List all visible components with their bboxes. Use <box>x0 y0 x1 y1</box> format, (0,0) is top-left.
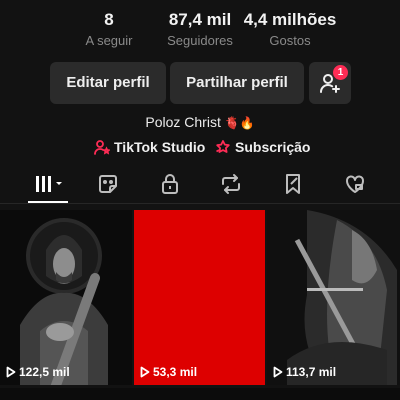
view-count-value: 113,7 mil <box>286 365 337 379</box>
likes-stat[interactable]: 4,4 milhões Gostos <box>235 8 345 50</box>
name-emojis: 🫀🔥 <box>224 116 255 130</box>
video-thumbnail[interactable]: 122,5 mil <box>0 210 132 385</box>
tab-videos[interactable] <box>34 172 66 196</box>
subscription-link[interactable]: Subscrição <box>215 137 310 157</box>
profile-actions: Editar perfil Partilhar perfil 1 <box>0 62 400 104</box>
view-count: 113,7 mil <box>273 365 336 379</box>
profile-bio: Poloz Christ 🫀🔥 <box>0 112 400 133</box>
subscription-label: Subscrição <box>235 139 311 155</box>
share-profile-button[interactable]: Partilhar perfil <box>170 62 304 104</box>
next-row-peek <box>0 388 400 400</box>
play-icon <box>273 366 283 378</box>
tab-liked[interactable] <box>343 172 367 196</box>
repost-icon <box>222 174 240 194</box>
liked-icon <box>346 175 364 193</box>
video-thumbnail[interactable]: 113,7 mil <box>267 210 400 385</box>
grid-icon <box>36 176 62 192</box>
profile-links: TikTok Studio Subscrição <box>0 137 400 159</box>
tab-reposts-stickers[interactable] <box>96 172 120 196</box>
profile-name: Poloz Christ <box>145 114 221 130</box>
notification-badge: 1 <box>333 65 348 80</box>
tiktok-studio-link[interactable]: TikTok Studio <box>94 137 205 157</box>
video-thumbnail[interactable]: 53,3 mil <box>134 210 265 385</box>
add-friends-button[interactable]: 1 <box>309 62 351 104</box>
view-count: 53,3 mil <box>140 365 197 379</box>
profile-stats: 8 A seguir 87,4 mil Seguidores 4,4 milhõ… <box>0 8 400 54</box>
view-count: 122,5 mil <box>6 365 70 379</box>
studio-icon <box>94 140 111 155</box>
studio-label: TikTok Studio <box>114 139 206 155</box>
play-icon <box>140 366 150 378</box>
tab-reposts[interactable] <box>219 172 243 196</box>
repost-sticker-icon <box>99 175 117 193</box>
jesus-icon-artwork <box>0 210 132 385</box>
video-grid: 122,5 mil 53,3 mil 113,7 mil <box>0 205 400 385</box>
edit-profile-button[interactable]: Editar perfil <box>50 62 166 104</box>
likes-label: Gostos <box>269 33 311 48</box>
tab-private[interactable] <box>158 172 182 196</box>
view-count-value: 122,5 mil <box>19 365 70 379</box>
tab-saved[interactable] <box>281 172 305 196</box>
knight-artwork <box>267 210 400 385</box>
view-count-value: 53,3 mil <box>153 365 198 379</box>
play-icon <box>6 366 16 378</box>
active-tab-indicator <box>28 201 68 203</box>
likes-count: 4,4 milhões <box>243 10 337 29</box>
content-tabs <box>0 168 400 204</box>
saved-icon <box>286 174 300 194</box>
subscription-icon <box>216 140 230 153</box>
lock-icon <box>162 174 178 194</box>
